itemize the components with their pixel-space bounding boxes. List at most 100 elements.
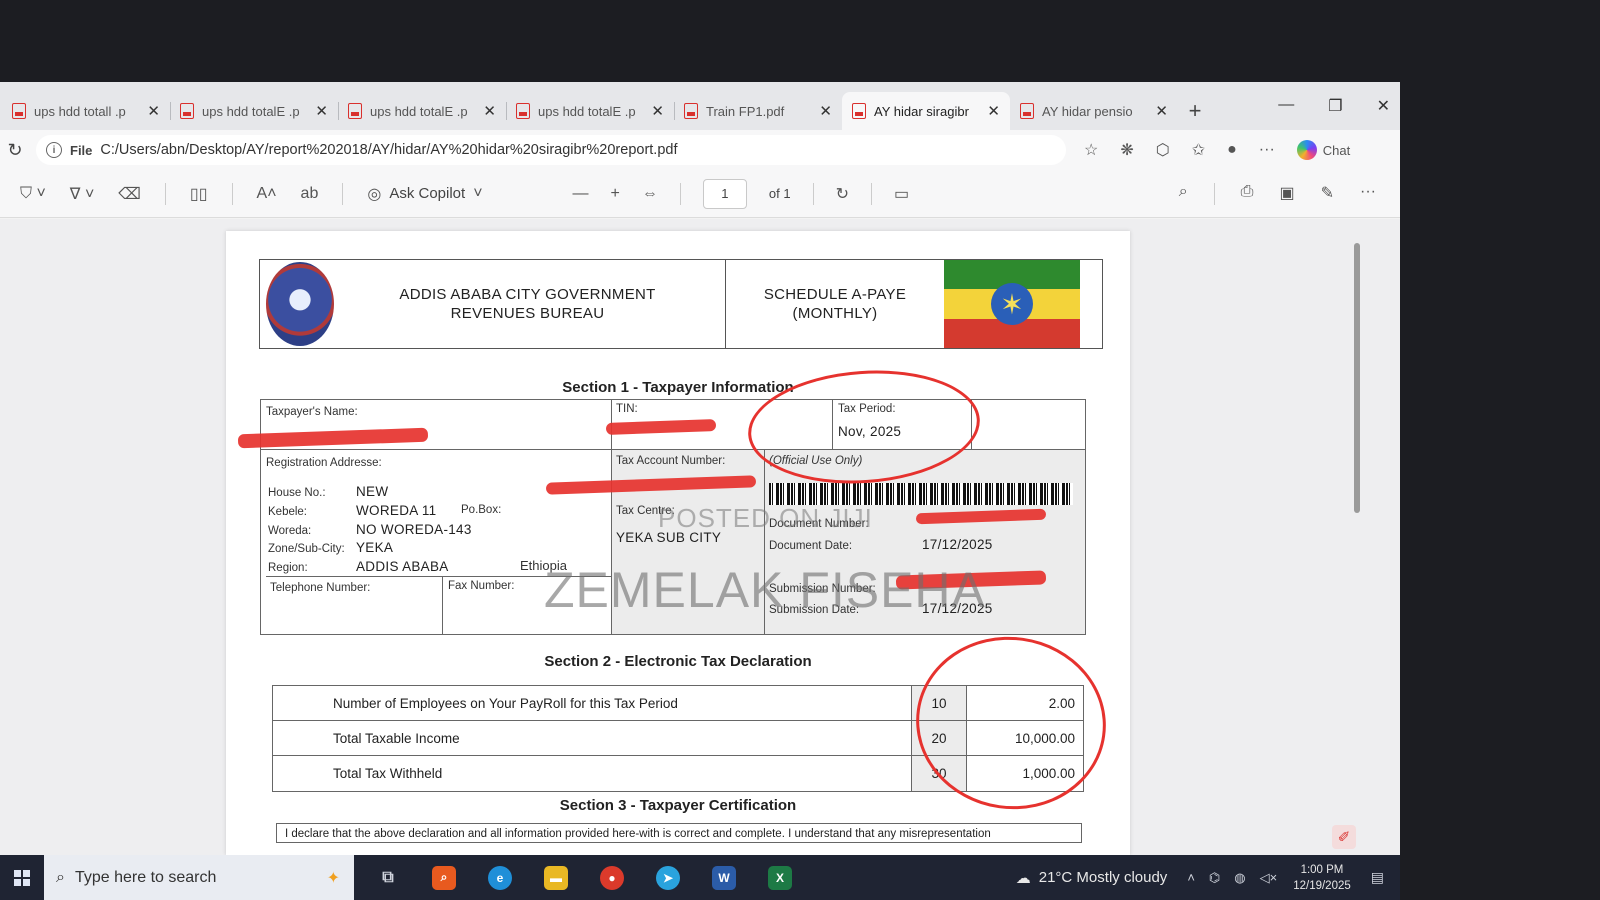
save-icon[interactable]: ▣ [1279, 183, 1294, 205]
immersive-reader-icon[interactable]: ▭ [894, 184, 909, 204]
draw-icon[interactable]: ∇ ˅ [70, 184, 95, 204]
read-aloud-icon[interactable]: A˄ [257, 185, 277, 203]
ask-copilot-button[interactable]: ◎ Ask Copilot ˅ [367, 184, 482, 204]
vertical-scrollbar[interactable] [1354, 233, 1362, 813]
zoom-in-icon[interactable]: + [611, 185, 620, 203]
weather-widget[interactable]: ☁ 21°C Mostly cloudy [1016, 869, 1168, 887]
tab-strip: ups hdd totall .p ✕ ups hdd totalE .p ✕ … [0, 82, 1400, 130]
favorites-list-icon[interactable]: ✩ [1192, 140, 1205, 160]
tab-title: ups hdd totalE .p [538, 103, 636, 119]
scroll-thumb[interactable] [1354, 243, 1360, 513]
globe-icon[interactable]: ◍ [1234, 870, 1245, 886]
document-date-value: 17/12/2025 [922, 537, 993, 552]
url-field[interactable]: i File C:/Users/abn/Desktop/AY/report%20… [36, 135, 1066, 165]
system-clock[interactable]: 1:00 PM 12/19/2025 [1293, 862, 1351, 894]
minimize-icon[interactable]: — [1278, 96, 1294, 116]
fit-width-icon[interactable]: ⇔ [642, 185, 658, 203]
section-3-title: Section 3 - Taxpayer Certification [559, 797, 797, 814]
tab-title: Train FP1.pdf [706, 103, 785, 119]
excel-icon[interactable]: X [768, 865, 792, 890]
annotation-tools: ⛉ ˅ ∇ ˅ ⌫ ▯▯ A˄ ab ◎ Ask Copilot ˅ [20, 182, 483, 205]
kebele-label: Kebele: [268, 506, 308, 518]
edge-icon[interactable]: e [488, 865, 512, 890]
kebele-value: WOREDA 11 [356, 503, 437, 518]
copilot-chat-button[interactable]: Chat [1296, 140, 1351, 160]
tab-ay-hidar-siragibr[interactable]: AY hidar siragibr ✕ [842, 92, 1010, 130]
close-tab-icon[interactable]: ✕ [315, 102, 328, 120]
info-icon[interactable]: i [46, 142, 62, 158]
close-window-icon[interactable]: ✕ [1377, 96, 1390, 116]
chevron-up-icon[interactable]: ˄ [1187, 870, 1195, 886]
region-value: ADDIS ABABA [356, 559, 449, 574]
row-description: Total Taxable Income [333, 731, 460, 746]
network-icon[interactable]: ⌬ [1209, 870, 1220, 886]
logo-cell [260, 260, 334, 348]
refresh-icon[interactable]: ↻ [0, 140, 30, 161]
more-menu-icon[interactable]: ··· [1259, 141, 1275, 159]
pdf-page: ADDIS ABABA CITY GOVERNMENT REVENUES BUR… [226, 231, 1130, 855]
close-tab-icon[interactable]: ✕ [651, 102, 664, 120]
rotate-icon[interactable]: ↻ [836, 184, 849, 204]
toolbar-divider [679, 182, 681, 205]
pinned-apps: ⧉ ⌕ e ▬ ● ➤ W X [376, 865, 792, 890]
ethiopian-flag: ✶ [944, 260, 1080, 348]
close-tab-icon[interactable]: ✕ [987, 102, 1000, 120]
schedule-line-2: (MONTHLY) [792, 305, 878, 322]
page-number-input[interactable]: 1 [702, 178, 747, 209]
print-icon[interactable]: ⎙ [1241, 183, 1254, 205]
search-icon[interactable]: ⌕ [1179, 183, 1188, 205]
tab-ups-hdd-2[interactable]: ups hdd totalE .p ✕ [170, 92, 338, 130]
tab-ups-hdd-3[interactable]: ups hdd totalE .p ✕ [338, 92, 506, 130]
taskbar-search[interactable]: ⌕ Type here to search ✦ [44, 855, 354, 900]
telegram-icon[interactable]: ➤ [656, 865, 680, 890]
restore-icon[interactable]: ❐ [1328, 96, 1342, 116]
volume-mute-icon[interactable]: ◁× [1260, 870, 1278, 886]
toolbar-divider [812, 182, 814, 205]
windows-taskbar: ⌕ Type here to search ✦ ⧉ ⌕ e ▬ ● ➤ W X … [0, 855, 1400, 900]
close-tab-icon[interactable]: ✕ [1155, 102, 1168, 120]
search-highlight-icon: ✦ [326, 869, 340, 887]
close-tab-icon[interactable]: ✕ [483, 102, 496, 120]
start-button[interactable] [0, 869, 44, 886]
search-app-icon[interactable]: ⌕ [432, 865, 456, 890]
close-tab-icon[interactable]: ✕ [819, 102, 832, 120]
highlight-icon[interactable]: ⛉ ˅ [20, 185, 46, 203]
tab-ups-hdd-1[interactable]: ups hdd totall .p ✕ [2, 92, 170, 130]
toolbar-divider [164, 182, 166, 205]
puzzle-extensions-icon[interactable]: ⬡ [1156, 140, 1170, 160]
page-view-icon[interactable]: ▯▯ [190, 184, 208, 204]
extension-icon[interactable]: ❋ [1120, 140, 1133, 160]
notification-icon[interactable]: ▤ [1371, 869, 1384, 886]
telephone-label: Telephone Number: [270, 582, 371, 594]
favorite-star-icon[interactable]: ☆ [1084, 140, 1098, 160]
more-options-icon[interactable]: ··· [1360, 183, 1376, 205]
chat-label: Chat [1322, 142, 1351, 158]
close-tab-icon[interactable]: ✕ [147, 102, 160, 120]
clock-date: 12/19/2025 [1293, 879, 1351, 892]
tab-title: ups hdd totalE .p [370, 103, 468, 119]
revenue-bureau-logo [266, 262, 334, 346]
star-emblem-icon: ✶ [991, 283, 1033, 325]
new-tab-button[interactable]: + [1178, 92, 1212, 130]
tab-ups-hdd-4[interactable]: ups hdd totalE .p ✕ [506, 92, 674, 130]
tab-train-fp1[interactable]: Train FP1.pdf ✕ [674, 92, 842, 130]
save-as-icon[interactable]: ✎ [1321, 183, 1334, 205]
pdf-toolbar: ⛉ ˅ ∇ ˅ ⌫ ▯▯ A˄ ab ◎ Ask Copilot ˅ — + ⇔… [0, 170, 1400, 218]
acrobat-icon[interactable]: ✐ [1332, 825, 1356, 849]
copilot-icon: ◎ [367, 185, 382, 203]
profile-avatar-icon[interactable]: ● [1227, 141, 1237, 159]
eraser-icon[interactable]: ⌫ [118, 184, 141, 204]
file-explorer-icon[interactable]: ▬ [544, 865, 568, 890]
zone-label: Zone/Sub-City: [268, 543, 345, 555]
ask-copilot-label: Ask Copilot [389, 185, 466, 202]
document-date-label: Document Date: [769, 540, 853, 552]
zoom-out-icon[interactable]: — [573, 185, 589, 203]
word-icon[interactable]: W [712, 865, 736, 890]
zone-value: YEKA [356, 540, 394, 555]
translate-icon[interactable]: ab [301, 185, 319, 203]
pdf-viewport[interactable]: ADDIS ABABA CITY GOVERNMENT REVENUES BUR… [0, 219, 1400, 855]
chrome-icon[interactable]: ● [600, 865, 624, 890]
tab-ay-hidar-pension[interactable]: AY hidar pensio ✕ [1010, 92, 1178, 130]
task-view-icon[interactable]: ⧉ [376, 866, 400, 890]
pdf-icon [684, 103, 698, 119]
